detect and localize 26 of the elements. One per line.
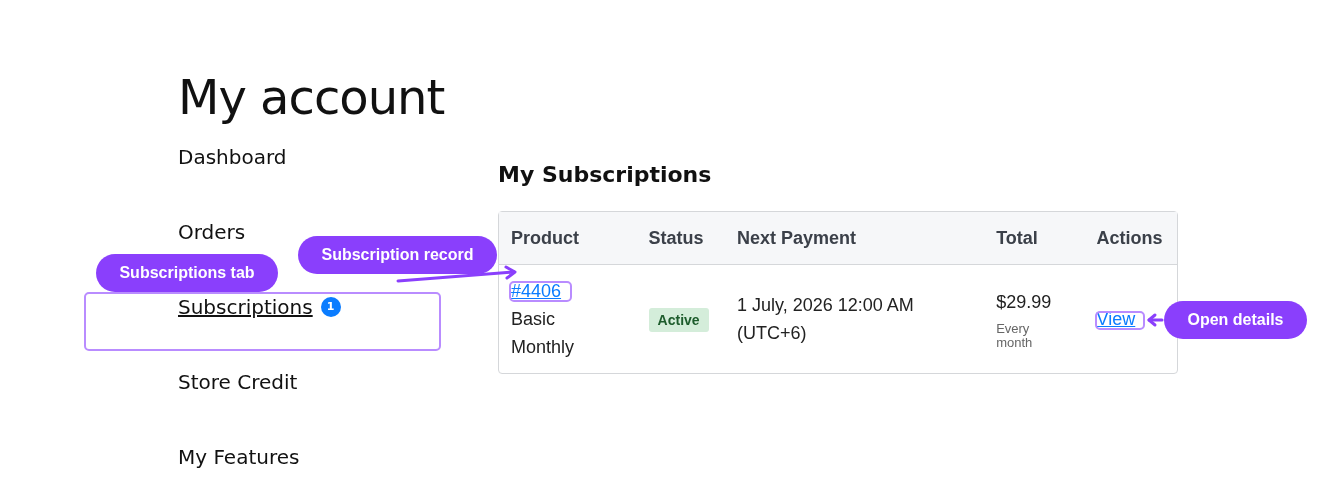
count-badge: 1 (320, 297, 341, 317)
view-link[interactable]: View (1096, 309, 1136, 329)
column-header: Total (984, 212, 1085, 265)
callout-label: Subscription record (298, 236, 497, 274)
callout-label: Subscriptions tab (96, 254, 278, 292)
nav-link[interactable]: Store Credit (178, 370, 298, 394)
callout-label: Open details (1164, 301, 1307, 339)
status-badge: Active (648, 307, 709, 332)
next-payment: 1 July, 2026 12:00 AM (UTC+6) (737, 294, 915, 345)
product-name: Basic Monthly (511, 308, 576, 359)
column-header: Actions (1084, 212, 1177, 265)
subscription-link[interactable]: #4406 (511, 281, 562, 301)
column-header: Status (636, 212, 725, 265)
column-header: Next Payment (725, 212, 985, 265)
section-title: My Subscriptions (498, 161, 713, 189)
nav-link[interactable]: My Features (178, 445, 300, 469)
column-header: Product (499, 212, 637, 265)
arrow (1147, 313, 1164, 327)
nav-link[interactable]: Orders (178, 220, 246, 244)
total-price: $29.99 (996, 292, 1052, 312)
highlight-frame (1095, 311, 1145, 330)
page-title: My account (178, 68, 446, 126)
nav-link[interactable]: Subscriptions (178, 295, 313, 319)
billing-period: Every month (996, 322, 1034, 350)
highlight-frame (509, 281, 572, 302)
nav-link[interactable]: Dashboard (178, 145, 287, 169)
